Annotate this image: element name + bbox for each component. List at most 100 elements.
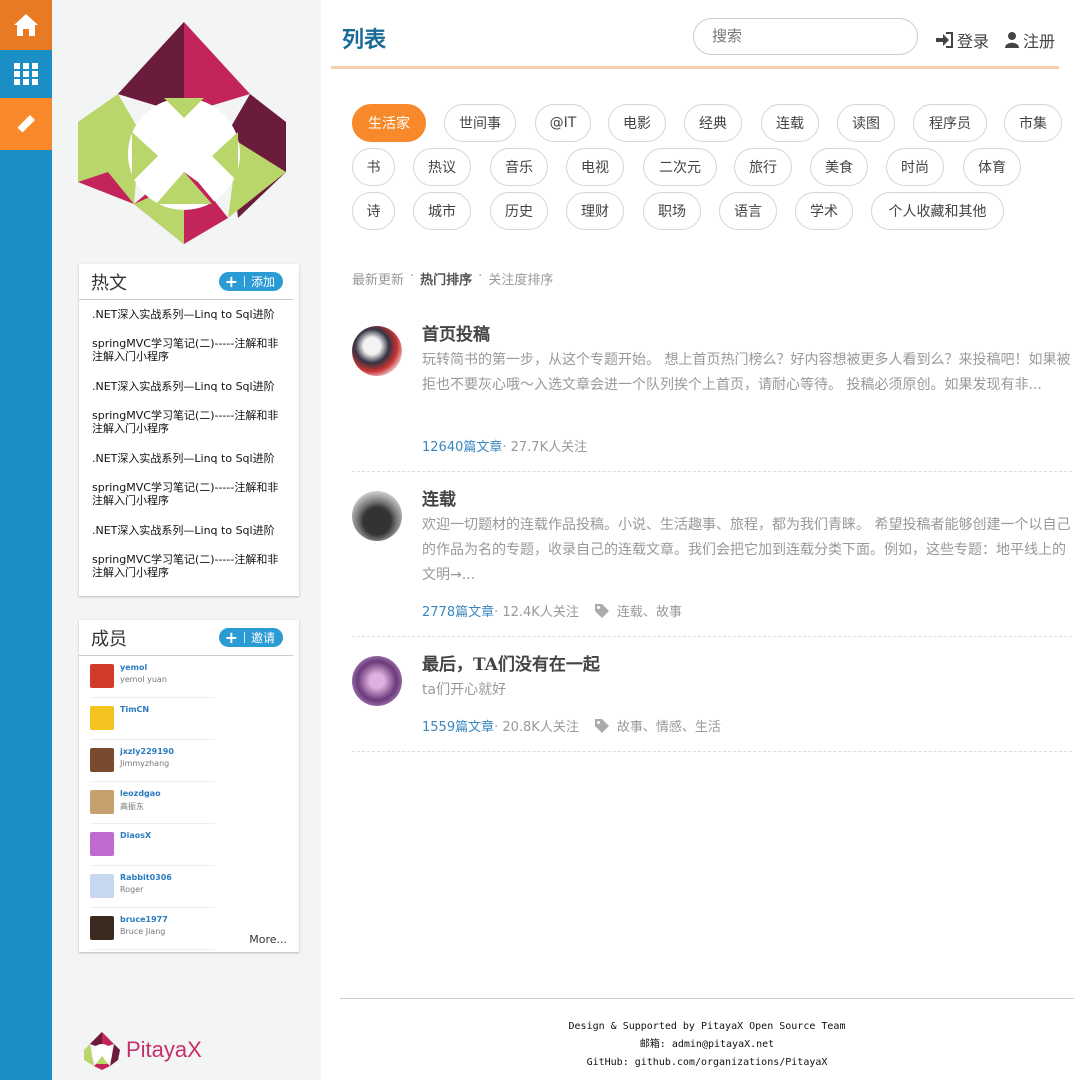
user-icon (1005, 32, 1019, 48)
sort-hot[interactable]: 热门排序 (420, 269, 472, 288)
left-rail (0, 0, 52, 1080)
hot-panel-header: 热文 + 添加 (79, 264, 293, 300)
avatar (90, 790, 114, 814)
member-name: bruce1977 (120, 915, 168, 924)
topic-meta: 1559篇文章 · 20.8K人关注 故事、情感、生活 (422, 716, 721, 735)
category-tag[interactable]: 市集 (1004, 104, 1062, 142)
grid-icon (14, 63, 38, 85)
member-list: yemol yemol yuan TimCN jxzly229190 Jimmyzhan… (79, 656, 299, 950)
category-tag[interactable]: 世间事 (444, 104, 516, 142)
category-tag[interactable]: 连载 (761, 104, 819, 142)
topic-avatar[interactable] (352, 491, 402, 541)
hot-article-link[interactable]: springMVC学习笔记(二)-----注解和非注解入门小程序 (79, 409, 299, 452)
topic-title[interactable]: 连载 (422, 485, 456, 510)
member-item[interactable]: DiaosX (90, 824, 215, 866)
category-tag[interactable]: 旅行 (734, 148, 792, 186)
category-tag[interactable]: 个人收藏和其他 (871, 192, 1004, 230)
member-item[interactable]: jxzly229190 Jimmyzhang (90, 740, 215, 782)
topic-avatar[interactable] (352, 326, 402, 376)
member-name: yemol (120, 663, 148, 672)
category-tag[interactable]: 书 (352, 148, 395, 186)
sort-latest[interactable]: 最新更新 (352, 269, 404, 288)
invite-button[interactable]: + 邀请 (218, 627, 283, 647)
hot-article-link[interactable]: springMVC学习笔记(二)-----注解和非注解入门小程序 (79, 553, 299, 596)
tags-icon (594, 718, 609, 733)
hot-article-link[interactable]: springMVC学习笔记(二)-----注解和非注解入门小程序 (79, 337, 299, 380)
hot-article-link[interactable]: .NET深入实战系列—Linq to Sql进阶 (79, 452, 299, 481)
sidebar: 热文 + 添加 .NET深入实战系列—Linq to Sql进阶 springMVC… (52, 0, 321, 1080)
category-tag[interactable]: 时尚 (886, 148, 944, 186)
home-icon (14, 14, 38, 36)
hot-article-link[interactable]: springMVC学习笔记(二)-----注解和非注解入门小程序 (79, 481, 299, 524)
category-tag[interactable]: 学术 (795, 192, 853, 230)
topic-tags[interactable]: 连载、故事 (617, 601, 682, 620)
sort-separator: · (410, 269, 415, 284)
category-tag[interactable]: 美食 (810, 148, 868, 186)
follower-count: · 27.7K人关注 (502, 440, 588, 455)
article-count-link[interactable]: 2778篇文章 (422, 601, 494, 620)
members-panel: 成员 + 邀请 yemol yemol yuan TimCN jxzly229190 Ji… (79, 620, 299, 952)
category-tag[interactable]: 诗 (352, 192, 395, 230)
topic-title[interactable]: 首页投稿 (422, 320, 490, 345)
category-tag[interactable]: 生活家 (352, 104, 426, 142)
grid-button[interactable] (0, 50, 52, 98)
sort-follow[interactable]: 关注度排序 (488, 269, 553, 288)
hot-list: .NET深入实战系列—Linq to Sql进阶 springMVC学习笔记(二)… (79, 300, 299, 596)
footer-email: 邮箱: admin@pitayaX.net (639, 1039, 775, 1050)
category-tag[interactable]: 经典 (684, 104, 742, 142)
category-tag[interactable]: 二次元 (643, 148, 717, 186)
hot-panel-title: 热文 (91, 272, 127, 294)
add-article-button[interactable]: + 添加 (218, 272, 283, 291)
pitaya-logo (78, 22, 286, 244)
register-link[interactable]: 注册 (1005, 28, 1055, 52)
brand-name: PitayaX (126, 1037, 202, 1062)
member-item[interactable]: TimCN (90, 698, 215, 740)
brand[interactable]: PitayaX (82, 1030, 202, 1070)
home-button[interactable] (0, 0, 52, 50)
category-tag[interactable]: 电影 (608, 104, 666, 142)
category-tag[interactable]: 体育 (963, 148, 1021, 186)
category-tag[interactable]: 历史 (490, 192, 548, 230)
plus-icon: + (224, 627, 238, 647)
member-fullname: Jimmyzhang (120, 759, 170, 768)
category-tag[interactable]: 城市 (413, 192, 471, 230)
follower-count: · 12.4K人关注 (494, 605, 579, 620)
write-button[interactable] (0, 98, 52, 150)
add-label: 添加 (250, 275, 275, 289)
member-item[interactable]: leozdgao 高振东 (90, 782, 215, 824)
sort-options: 最新更新 · 热门排序 · 关注度排序 (352, 269, 553, 288)
category-tag[interactable]: 音乐 (490, 148, 548, 186)
category-tag[interactable]: @IT (535, 104, 591, 142)
category-tag[interactable]: 程序员 (913, 104, 987, 142)
footer-github: GitHub: github.com/organizations/PitayaX (586, 1057, 828, 1068)
member-name: TimCN (120, 705, 150, 714)
member-name: jxzly229190 (120, 747, 174, 756)
more-members-link[interactable]: More... (249, 933, 287, 946)
category-tag[interactable]: 职场 (643, 192, 701, 230)
article-count-link[interactable]: 1559篇文章 (422, 716, 494, 735)
topic-tags[interactable]: 故事、情感、生活 (617, 716, 721, 735)
avatar (90, 706, 114, 730)
category-tag[interactable]: 热议 (413, 148, 471, 186)
topic-avatar[interactable] (352, 656, 402, 706)
follower-count: · 20.8K人关注 (494, 720, 579, 735)
topic-meta: 12640篇文章 · 27.7K人关注 (422, 436, 587, 455)
member-item[interactable]: Rabbit0306 Roger (90, 866, 215, 908)
login-link[interactable]: 登录 (935, 28, 989, 52)
article-count-link[interactable]: 12640篇文章 (422, 436, 502, 455)
member-item[interactable]: bruce1977 Bruce Jiang (90, 908, 215, 950)
hot-article-link[interactable]: .NET深入实战系列—Linq to Sql进阶 (79, 380, 299, 409)
category-tag[interactable]: 读图 (837, 104, 895, 142)
topic-title[interactable]: 最后，TA们没有在一起 (422, 650, 600, 675)
category-tag[interactable]: 理财 (566, 192, 624, 230)
register-label: 注册 (1023, 32, 1056, 51)
header-divider (331, 66, 1059, 69)
search-input[interactable] (693, 18, 918, 55)
hot-article-link[interactable]: .NET深入实战系列—Linq to Sql进阶 (79, 524, 299, 553)
member-item[interactable]: yemol yemol yuan (90, 656, 215, 698)
page-title: 列表 (342, 28, 387, 53)
hot-article-link[interactable]: .NET深入实战系列—Linq to Sql进阶 (79, 308, 299, 337)
member-name: Rabbit0306 (120, 873, 172, 882)
category-tag[interactable]: 语言 (719, 192, 777, 230)
category-tag[interactable]: 电视 (566, 148, 624, 186)
